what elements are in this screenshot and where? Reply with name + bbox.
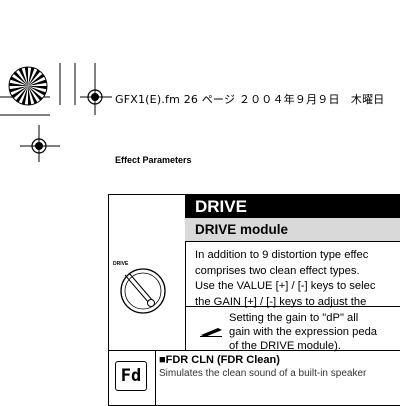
- note-line: gain with the expression peda: [229, 326, 378, 338]
- note-line: Setting the gain to "dP" all: [229, 312, 359, 324]
- knob-cell: DRIVE: [109, 195, 186, 350]
- led-display: Fd: [115, 361, 147, 391]
- effect-row: Fd ■FDR CLN (FDR Clean) Simulates the cl…: [109, 350, 400, 406]
- description-line: In addition to 9 distortion type effec: [195, 249, 369, 261]
- description-line: Use the VALUE [+] / [-] keys to selec: [195, 280, 376, 292]
- page-section-title: Effect Parameters: [115, 155, 192, 165]
- effect-name: ■FDR CLN (FDR Clean): [159, 354, 280, 366]
- module-subtitle: DRIVE module: [185, 218, 400, 242]
- crosshair-left: [20, 125, 60, 162]
- note-row: Setting the gain to "dP" all gain with t…: [185, 306, 400, 353]
- file-header: GFX1(E).fm 26 ページ ２００４年９月９日 木曜日: [115, 93, 385, 106]
- module-title: DRIVE: [185, 195, 400, 218]
- crosshair-top: [80, 63, 112, 115]
- effect-description: Simulates the clean sound of a built-in …: [159, 368, 367, 379]
- drive-knob-icon: [120, 268, 166, 314]
- drive-table: DRIVE DRIVE DRIVE module In addition to …: [108, 194, 400, 406]
- effect-display-cell: Fd: [109, 351, 156, 406]
- module-description: In addition to 9 distortion type effec c…: [195, 248, 400, 310]
- sunburst-mark: [8, 66, 48, 106]
- pencil-note-icon: [200, 328, 222, 337]
- note-text: Setting the gain to "dP" all gain with t…: [229, 311, 377, 353]
- description-line: comprises two clean effect types.: [195, 264, 360, 277]
